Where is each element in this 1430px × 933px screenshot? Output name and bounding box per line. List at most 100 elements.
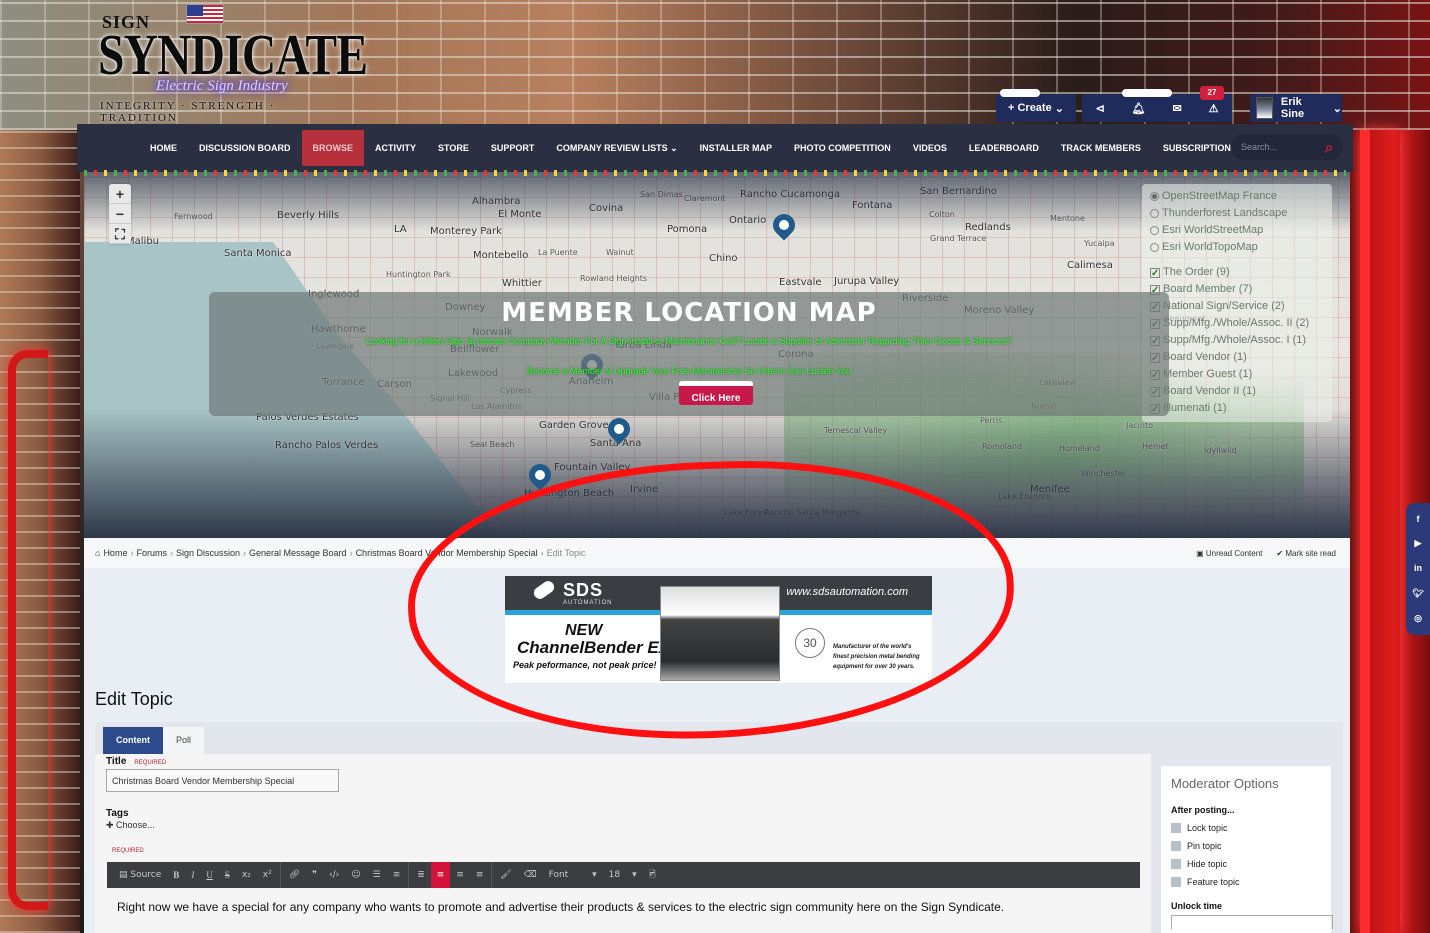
subscript-button[interactable]: x₂ [236, 862, 257, 888]
bell-icon[interactable]: 🔔︎ [1132, 102, 1146, 115]
breadcrumb-link[interactable]: Home [103, 548, 127, 558]
radio-icon[interactable] [1150, 226, 1159, 235]
nav-item-support[interactable]: SUPPORT [480, 130, 546, 166]
radio-icon[interactable] [1150, 192, 1159, 201]
moderator-option-lock-topic[interactable]: Lock topic [1171, 823, 1321, 833]
nav-item-videos[interactable]: VIDEOS [902, 130, 958, 166]
base-layer-option[interactable]: Esri WorldStreetMap [1150, 222, 1324, 239]
facebook-icon[interactable]: f [1417, 514, 1420, 524]
text-color-icon[interactable]: 🖌︎ [494, 862, 517, 888]
site-logo[interactable]: SIGN SYNDICATE Electric Sign Industry IN… [98, 4, 368, 124]
nav-item-leaderboard[interactable]: LEADERBOARD [958, 130, 1050, 166]
overlay-layer-option[interactable]: ✓Illumenati (1) [1150, 400, 1324, 417]
breadcrumb-link[interactable]: Sign Discussion [176, 548, 240, 558]
overlay-layer-option[interactable]: ✓Member Guest (1) [1150, 366, 1324, 383]
tab-poll[interactable]: Poll [163, 727, 205, 754]
tags-choose-button[interactable]: ✚ Choose... [106, 820, 155, 831]
eraser-icon[interactable]: ⌫ [518, 862, 543, 888]
bold-button[interactable]: B [167, 862, 185, 888]
link-icon[interactable]: 🔗︎ [283, 862, 306, 888]
base-layer-option[interactable]: Thunderforest Landscape [1150, 205, 1324, 222]
bullet-list-icon[interactable]: ☰ [367, 862, 387, 888]
search-input[interactable]: Search... ⌕ [1231, 134, 1343, 160]
checkbox[interactable] [1171, 823, 1181, 833]
search-icon[interactable]: ⌕ [1325, 139, 1333, 156]
member-location-map[interactable]: FernwoodBeverly HillsLAAlhambraEl MonteC… [84, 172, 1350, 538]
base-layer-option[interactable]: OpenStreetMap France [1150, 188, 1324, 205]
breadcrumb-link[interactable]: Forums [136, 548, 167, 558]
overlay-layer-option[interactable]: ✓National Sign/Service (2) [1150, 298, 1324, 315]
breadcrumb-link[interactable]: General Message Board [249, 548, 347, 558]
overlay-layer-option[interactable]: ✓Board Vendor II (1) [1150, 383, 1324, 400]
overlay-layer-option[interactable]: ✓ Board Member (7) [1150, 281, 1324, 298]
unlock-time-input[interactable] [1171, 915, 1333, 929]
superscript-button[interactable]: x² [257, 862, 278, 888]
overlay-layer-option[interactable]: ✓Supp/Mfg./Whole/Assoc. II (2) [1150, 315, 1324, 332]
checkbox[interactable] [1171, 859, 1181, 869]
advertisement-banner[interactable]: SDS AUTOMATION www.sdsautomation.com NEW… [505, 576, 932, 683]
create-button[interactable]: + Create ⌄ [996, 89, 1076, 122]
envelope-icon[interactable]: ✉ [1172, 102, 1181, 115]
map-marker[interactable] [603, 413, 635, 448]
nav-item-home[interactable]: HOME [139, 130, 188, 166]
share-icon[interactable]: ⊲ [1095, 102, 1104, 115]
size-select[interactable]: 18 ▾ [603, 862, 643, 888]
linkedin-icon[interactable]: in [1414, 563, 1422, 573]
background-left-wall [0, 130, 80, 933]
base-layer-option[interactable]: Esri WorldTopoMap [1150, 239, 1324, 256]
nav-item-store[interactable]: STORE [427, 130, 480, 166]
image-icon[interactable]: 🖻 [643, 862, 662, 888]
emoji-icon[interactable]: ☺ [345, 862, 366, 888]
italic-button[interactable]: I [185, 862, 200, 888]
nav-item-discussion-board[interactable]: DISCUSSION BOARD [188, 130, 302, 166]
overlay-layer-option[interactable]: ✓Supp/Mfg./Whole/Assoc. I (1) [1150, 332, 1324, 349]
checkbox[interactable] [1171, 877, 1181, 887]
nav-item-browse[interactable]: BROWSE [301, 130, 365, 166]
checkbox-icon[interactable]: ✓ [1150, 267, 1160, 278]
map-marker[interactable] [768, 209, 800, 244]
tab-content[interactable]: Content [103, 727, 163, 754]
align-right-icon[interactable]: ≡ [470, 862, 490, 888]
underline-button[interactable]: U [200, 862, 219, 888]
moderator-option-pin-topic[interactable]: Pin topic [1171, 841, 1321, 851]
breadcrumb-link[interactable]: Christmas Board Vendor Membership Specia… [356, 548, 538, 558]
zoom-out-button[interactable]: − [109, 204, 131, 224]
click-here-button[interactable]: Click Here [679, 381, 753, 405]
nav-item-photo-competition[interactable]: PHOTO COMPETITION [783, 130, 902, 166]
twitter-icon[interactable]: 🐦︎ [1412, 588, 1423, 599]
checkbox[interactable] [1171, 841, 1181, 851]
numbered-list-icon[interactable]: ≡ [387, 862, 407, 888]
nav-item-activity[interactable]: ACTIVITY [364, 130, 427, 166]
mark-site-read-link[interactable]: ✔ Mark site read [1276, 549, 1336, 558]
overlay-layer-option[interactable]: ✓ The Order (9) [1150, 264, 1324, 281]
nav-item-company-review-lists[interactable]: COMPANY REVIEW LISTS ⌄ [545, 130, 688, 166]
align-justify-icon[interactable]: ≣ [411, 862, 431, 888]
map-place-label: Walnut [606, 248, 634, 257]
title-field[interactable] [106, 769, 339, 792]
nav-item-installer-map[interactable]: INSTALLER MAP [689, 130, 783, 166]
strikethrough-button[interactable]: S [219, 862, 236, 888]
align-center-icon[interactable]: ≡ [450, 862, 470, 888]
nav-item-label: SUBSCRIPTIONS [1162, 143, 1237, 153]
radio-icon[interactable] [1150, 243, 1159, 252]
radio-icon[interactable] [1150, 209, 1159, 218]
social-sidebar: f ▶ in 🐦︎ ◎ [1406, 503, 1430, 635]
user-menu[interactable]: Erik Sine ⌄ [1250, 94, 1342, 122]
moderator-option-feature-topic[interactable]: Feature topic [1171, 877, 1321, 887]
quote-icon[interactable]: ❞ [306, 862, 323, 888]
code-icon[interactable]: ‹/› [323, 862, 345, 888]
youtube-icon[interactable]: ▶ [1415, 538, 1422, 549]
map-marker[interactable] [524, 459, 556, 494]
align-left-icon[interactable]: ≡ [430, 862, 451, 888]
overlay-layer-option[interactable]: ✓Board Vendor (1) [1150, 349, 1324, 366]
zoom-in-button[interactable]: + [109, 184, 131, 204]
moderator-option-hide-topic[interactable]: Hide topic [1171, 859, 1321, 869]
source-button[interactable]: ▤ Source [113, 862, 167, 888]
instagram-icon[interactable]: ◎ [1414, 613, 1422, 624]
unread-content-link[interactable]: ▣ Unread Content [1196, 549, 1262, 558]
nav-item-track-members[interactable]: TRACK MEMBERS [1050, 130, 1152, 166]
editor-content[interactable]: Right now we have a special for any comp… [117, 900, 1004, 914]
fullscreen-button[interactable]: ⛶ [109, 224, 131, 244]
font-select[interactable]: Font ▾ [543, 862, 603, 888]
warning-icon[interactable]: ⚠ [1209, 102, 1219, 115]
